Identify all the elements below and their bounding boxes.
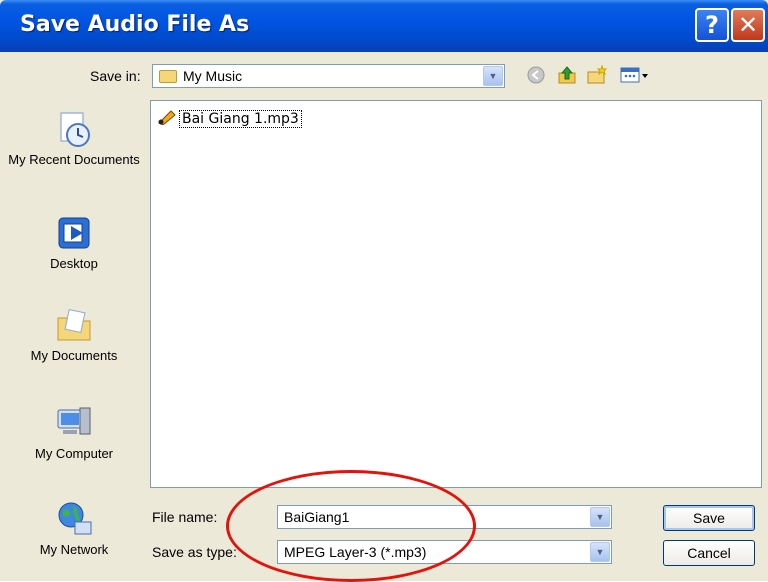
place-label: My Recent Documents bbox=[8, 152, 140, 167]
file-name-label: File name: bbox=[152, 509, 218, 525]
cancel-button[interactable]: Cancel bbox=[663, 540, 755, 566]
save-button[interactable]: Save bbox=[663, 505, 755, 531]
save-in-value: My Music bbox=[183, 68, 243, 84]
list-item[interactable]: Bai Giang 1.mp3 bbox=[157, 109, 302, 128]
up-folder-icon[interactable] bbox=[556, 64, 578, 86]
recent-documents-icon bbox=[55, 110, 93, 148]
close-button[interactable]: ✕ bbox=[731, 8, 765, 42]
view-menu-icon[interactable] bbox=[618, 64, 652, 86]
place-recent-documents[interactable]: My Recent Documents bbox=[4, 110, 144, 168]
place-desktop[interactable]: Desktop bbox=[4, 214, 144, 272]
help-icon: ? bbox=[705, 11, 719, 39]
file-name-value: BaiGiang1 bbox=[284, 509, 350, 525]
my-documents-icon bbox=[55, 306, 93, 344]
place-my-network[interactable]: My Network bbox=[4, 500, 144, 558]
close-icon: ✕ bbox=[737, 11, 759, 39]
help-button[interactable]: ? bbox=[695, 8, 729, 42]
cancel-button-label: Cancel bbox=[687, 545, 731, 561]
place-label: My Network bbox=[39, 542, 109, 557]
my-computer-icon bbox=[55, 404, 93, 442]
place-label: My Documents bbox=[30, 348, 118, 363]
save-as-type-label: Save as type: bbox=[152, 544, 237, 560]
title-bar[interactable]: Save Audio File As ? ✕ bbox=[0, 0, 768, 52]
chevron-down-icon[interactable]: ▼ bbox=[590, 542, 610, 562]
save-in-label: Save in: bbox=[90, 68, 141, 84]
my-network-icon bbox=[55, 500, 93, 538]
chevron-down-icon[interactable]: ▼ bbox=[483, 66, 503, 86]
save-as-type-value: MPEG Layer-3 (*.mp3) bbox=[284, 544, 427, 560]
dialog-title: Save Audio File As bbox=[20, 12, 250, 37]
place-my-computer[interactable]: My Computer bbox=[4, 404, 144, 462]
audio-file-icon bbox=[157, 109, 177, 128]
chevron-down-icon[interactable]: ▼ bbox=[590, 507, 610, 527]
save-audio-dialog: Save Audio File As ? ✕ Save in: My Music… bbox=[0, 0, 768, 582]
back-icon[interactable] bbox=[525, 64, 547, 86]
place-my-documents[interactable]: My Documents bbox=[4, 306, 144, 364]
desktop-icon bbox=[55, 214, 93, 252]
places-bar: My Recent Documents Desktop My Documents… bbox=[4, 96, 144, 577]
place-label: Desktop bbox=[50, 256, 98, 271]
save-button-label: Save bbox=[693, 510, 725, 526]
file-name-input[interactable]: BaiGiang1 ▼ bbox=[277, 505, 612, 529]
save-as-type-dropdown[interactable]: MPEG Layer-3 (*.mp3) ▼ bbox=[277, 540, 612, 564]
save-in-dropdown[interactable]: My Music ▼ bbox=[152, 64, 505, 88]
folder-icon bbox=[159, 69, 177, 83]
file-name: Bai Giang 1.mp3 bbox=[179, 109, 302, 128]
new-folder-icon[interactable] bbox=[586, 64, 608, 86]
file-list[interactable]: Bai Giang 1.mp3 bbox=[150, 100, 762, 488]
place-label: My Computer bbox=[34, 446, 114, 461]
